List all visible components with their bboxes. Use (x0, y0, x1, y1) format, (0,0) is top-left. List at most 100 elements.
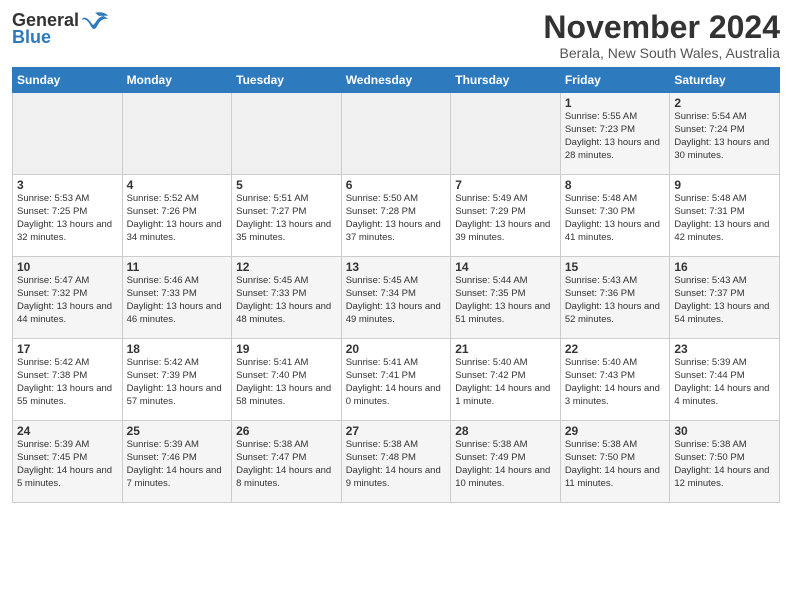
day-number: 14 (455, 260, 556, 274)
month-title: November 2024 (543, 10, 780, 45)
calendar-cell: 13Sunrise: 5:45 AMSunset: 7:34 PMDayligh… (341, 257, 451, 339)
weekday-header-tuesday: Tuesday (232, 68, 342, 93)
calendar-week-5: 24Sunrise: 5:39 AMSunset: 7:45 PMDayligh… (13, 421, 780, 503)
day-number: 27 (346, 424, 447, 438)
calendar-cell: 26Sunrise: 5:38 AMSunset: 7:47 PMDayligh… (232, 421, 342, 503)
logo: General Blue (12, 10, 109, 48)
day-info: Sunrise: 5:49 AMSunset: 7:29 PMDaylight:… (455, 193, 556, 244)
page-container: General Blue November 2024 Berala, New S… (0, 0, 792, 511)
day-number: 26 (236, 424, 337, 438)
day-number: 20 (346, 342, 447, 356)
day-number: 13 (346, 260, 447, 274)
day-info: Sunrise: 5:39 AMSunset: 7:45 PMDaylight:… (17, 439, 118, 490)
day-number: 1 (565, 96, 666, 110)
day-number: 11 (127, 260, 228, 274)
weekday-header-row: SundayMondayTuesdayWednesdayThursdayFrid… (13, 68, 780, 93)
day-number: 28 (455, 424, 556, 438)
day-info: Sunrise: 5:41 AMSunset: 7:40 PMDaylight:… (236, 357, 337, 408)
calendar-cell (122, 93, 232, 175)
title-block: November 2024 Berala, New South Wales, A… (543, 10, 780, 61)
weekday-header-monday: Monday (122, 68, 232, 93)
day-info: Sunrise: 5:42 AMSunset: 7:38 PMDaylight:… (17, 357, 118, 408)
calendar-cell: 6Sunrise: 5:50 AMSunset: 7:28 PMDaylight… (341, 175, 451, 257)
calendar-cell: 18Sunrise: 5:42 AMSunset: 7:39 PMDayligh… (122, 339, 232, 421)
day-number: 16 (674, 260, 775, 274)
calendar-cell: 16Sunrise: 5:43 AMSunset: 7:37 PMDayligh… (670, 257, 780, 339)
calendar-cell: 23Sunrise: 5:39 AMSunset: 7:44 PMDayligh… (670, 339, 780, 421)
logo-blue: Blue (12, 27, 51, 48)
calendar-cell: 28Sunrise: 5:38 AMSunset: 7:49 PMDayligh… (451, 421, 561, 503)
calendar-cell: 25Sunrise: 5:39 AMSunset: 7:46 PMDayligh… (122, 421, 232, 503)
day-info: Sunrise: 5:52 AMSunset: 7:26 PMDaylight:… (127, 193, 228, 244)
calendar-cell: 21Sunrise: 5:40 AMSunset: 7:42 PMDayligh… (451, 339, 561, 421)
calendar-cell: 30Sunrise: 5:38 AMSunset: 7:50 PMDayligh… (670, 421, 780, 503)
calendar-week-3: 10Sunrise: 5:47 AMSunset: 7:32 PMDayligh… (13, 257, 780, 339)
calendar-cell: 22Sunrise: 5:40 AMSunset: 7:43 PMDayligh… (560, 339, 670, 421)
day-info: Sunrise: 5:39 AMSunset: 7:46 PMDaylight:… (127, 439, 228, 490)
day-number: 17 (17, 342, 118, 356)
day-info: Sunrise: 5:38 AMSunset: 7:50 PMDaylight:… (565, 439, 666, 490)
calendar-cell: 20Sunrise: 5:41 AMSunset: 7:41 PMDayligh… (341, 339, 451, 421)
day-info: Sunrise: 5:50 AMSunset: 7:28 PMDaylight:… (346, 193, 447, 244)
logo-bird-icon (81, 11, 109, 31)
weekday-header-thursday: Thursday (451, 68, 561, 93)
day-info: Sunrise: 5:54 AMSunset: 7:24 PMDaylight:… (674, 111, 775, 162)
day-info: Sunrise: 5:38 AMSunset: 7:50 PMDaylight:… (674, 439, 775, 490)
day-number: 3 (17, 178, 118, 192)
day-number: 12 (236, 260, 337, 274)
weekday-header-wednesday: Wednesday (341, 68, 451, 93)
day-info: Sunrise: 5:42 AMSunset: 7:39 PMDaylight:… (127, 357, 228, 408)
header: General Blue November 2024 Berala, New S… (12, 10, 780, 61)
calendar-cell: 2Sunrise: 5:54 AMSunset: 7:24 PMDaylight… (670, 93, 780, 175)
day-info: Sunrise: 5:38 AMSunset: 7:47 PMDaylight:… (236, 439, 337, 490)
calendar-cell: 29Sunrise: 5:38 AMSunset: 7:50 PMDayligh… (560, 421, 670, 503)
weekday-header-saturday: Saturday (670, 68, 780, 93)
calendar-cell: 15Sunrise: 5:43 AMSunset: 7:36 PMDayligh… (560, 257, 670, 339)
day-number: 15 (565, 260, 666, 274)
day-number: 29 (565, 424, 666, 438)
calendar-cell: 12Sunrise: 5:45 AMSunset: 7:33 PMDayligh… (232, 257, 342, 339)
day-info: Sunrise: 5:38 AMSunset: 7:48 PMDaylight:… (346, 439, 447, 490)
calendar-cell: 24Sunrise: 5:39 AMSunset: 7:45 PMDayligh… (13, 421, 123, 503)
calendar-cell: 8Sunrise: 5:48 AMSunset: 7:30 PMDaylight… (560, 175, 670, 257)
day-number: 9 (674, 178, 775, 192)
day-info: Sunrise: 5:51 AMSunset: 7:27 PMDaylight:… (236, 193, 337, 244)
day-number: 8 (565, 178, 666, 192)
day-info: Sunrise: 5:43 AMSunset: 7:36 PMDaylight:… (565, 275, 666, 326)
day-info: Sunrise: 5:45 AMSunset: 7:34 PMDaylight:… (346, 275, 447, 326)
weekday-header-friday: Friday (560, 68, 670, 93)
day-info: Sunrise: 5:48 AMSunset: 7:30 PMDaylight:… (565, 193, 666, 244)
calendar-cell: 4Sunrise: 5:52 AMSunset: 7:26 PMDaylight… (122, 175, 232, 257)
day-info: Sunrise: 5:46 AMSunset: 7:33 PMDaylight:… (127, 275, 228, 326)
day-info: Sunrise: 5:48 AMSunset: 7:31 PMDaylight:… (674, 193, 775, 244)
day-number: 7 (455, 178, 556, 192)
calendar-cell: 17Sunrise: 5:42 AMSunset: 7:38 PMDayligh… (13, 339, 123, 421)
calendar-cell (451, 93, 561, 175)
location-subtitle: Berala, New South Wales, Australia (543, 45, 780, 61)
calendar-cell: 27Sunrise: 5:38 AMSunset: 7:48 PMDayligh… (341, 421, 451, 503)
day-number: 4 (127, 178, 228, 192)
day-number: 10 (17, 260, 118, 274)
day-info: Sunrise: 5:38 AMSunset: 7:49 PMDaylight:… (455, 439, 556, 490)
day-info: Sunrise: 5:47 AMSunset: 7:32 PMDaylight:… (17, 275, 118, 326)
calendar-cell (232, 93, 342, 175)
weekday-header-sunday: Sunday (13, 68, 123, 93)
calendar-cell: 11Sunrise: 5:46 AMSunset: 7:33 PMDayligh… (122, 257, 232, 339)
calendar-cell: 3Sunrise: 5:53 AMSunset: 7:25 PMDaylight… (13, 175, 123, 257)
calendar-table: SundayMondayTuesdayWednesdayThursdayFrid… (12, 67, 780, 503)
calendar-week-1: 1Sunrise: 5:55 AMSunset: 7:23 PMDaylight… (13, 93, 780, 175)
calendar-cell: 9Sunrise: 5:48 AMSunset: 7:31 PMDaylight… (670, 175, 780, 257)
calendar-week-4: 17Sunrise: 5:42 AMSunset: 7:38 PMDayligh… (13, 339, 780, 421)
calendar-cell: 19Sunrise: 5:41 AMSunset: 7:40 PMDayligh… (232, 339, 342, 421)
calendar-cell: 5Sunrise: 5:51 AMSunset: 7:27 PMDaylight… (232, 175, 342, 257)
calendar-cell (341, 93, 451, 175)
day-number: 21 (455, 342, 556, 356)
day-info: Sunrise: 5:44 AMSunset: 7:35 PMDaylight:… (455, 275, 556, 326)
day-number: 6 (346, 178, 447, 192)
day-number: 2 (674, 96, 775, 110)
calendar-cell (13, 93, 123, 175)
day-number: 22 (565, 342, 666, 356)
day-number: 19 (236, 342, 337, 356)
day-info: Sunrise: 5:45 AMSunset: 7:33 PMDaylight:… (236, 275, 337, 326)
calendar-cell: 7Sunrise: 5:49 AMSunset: 7:29 PMDaylight… (451, 175, 561, 257)
